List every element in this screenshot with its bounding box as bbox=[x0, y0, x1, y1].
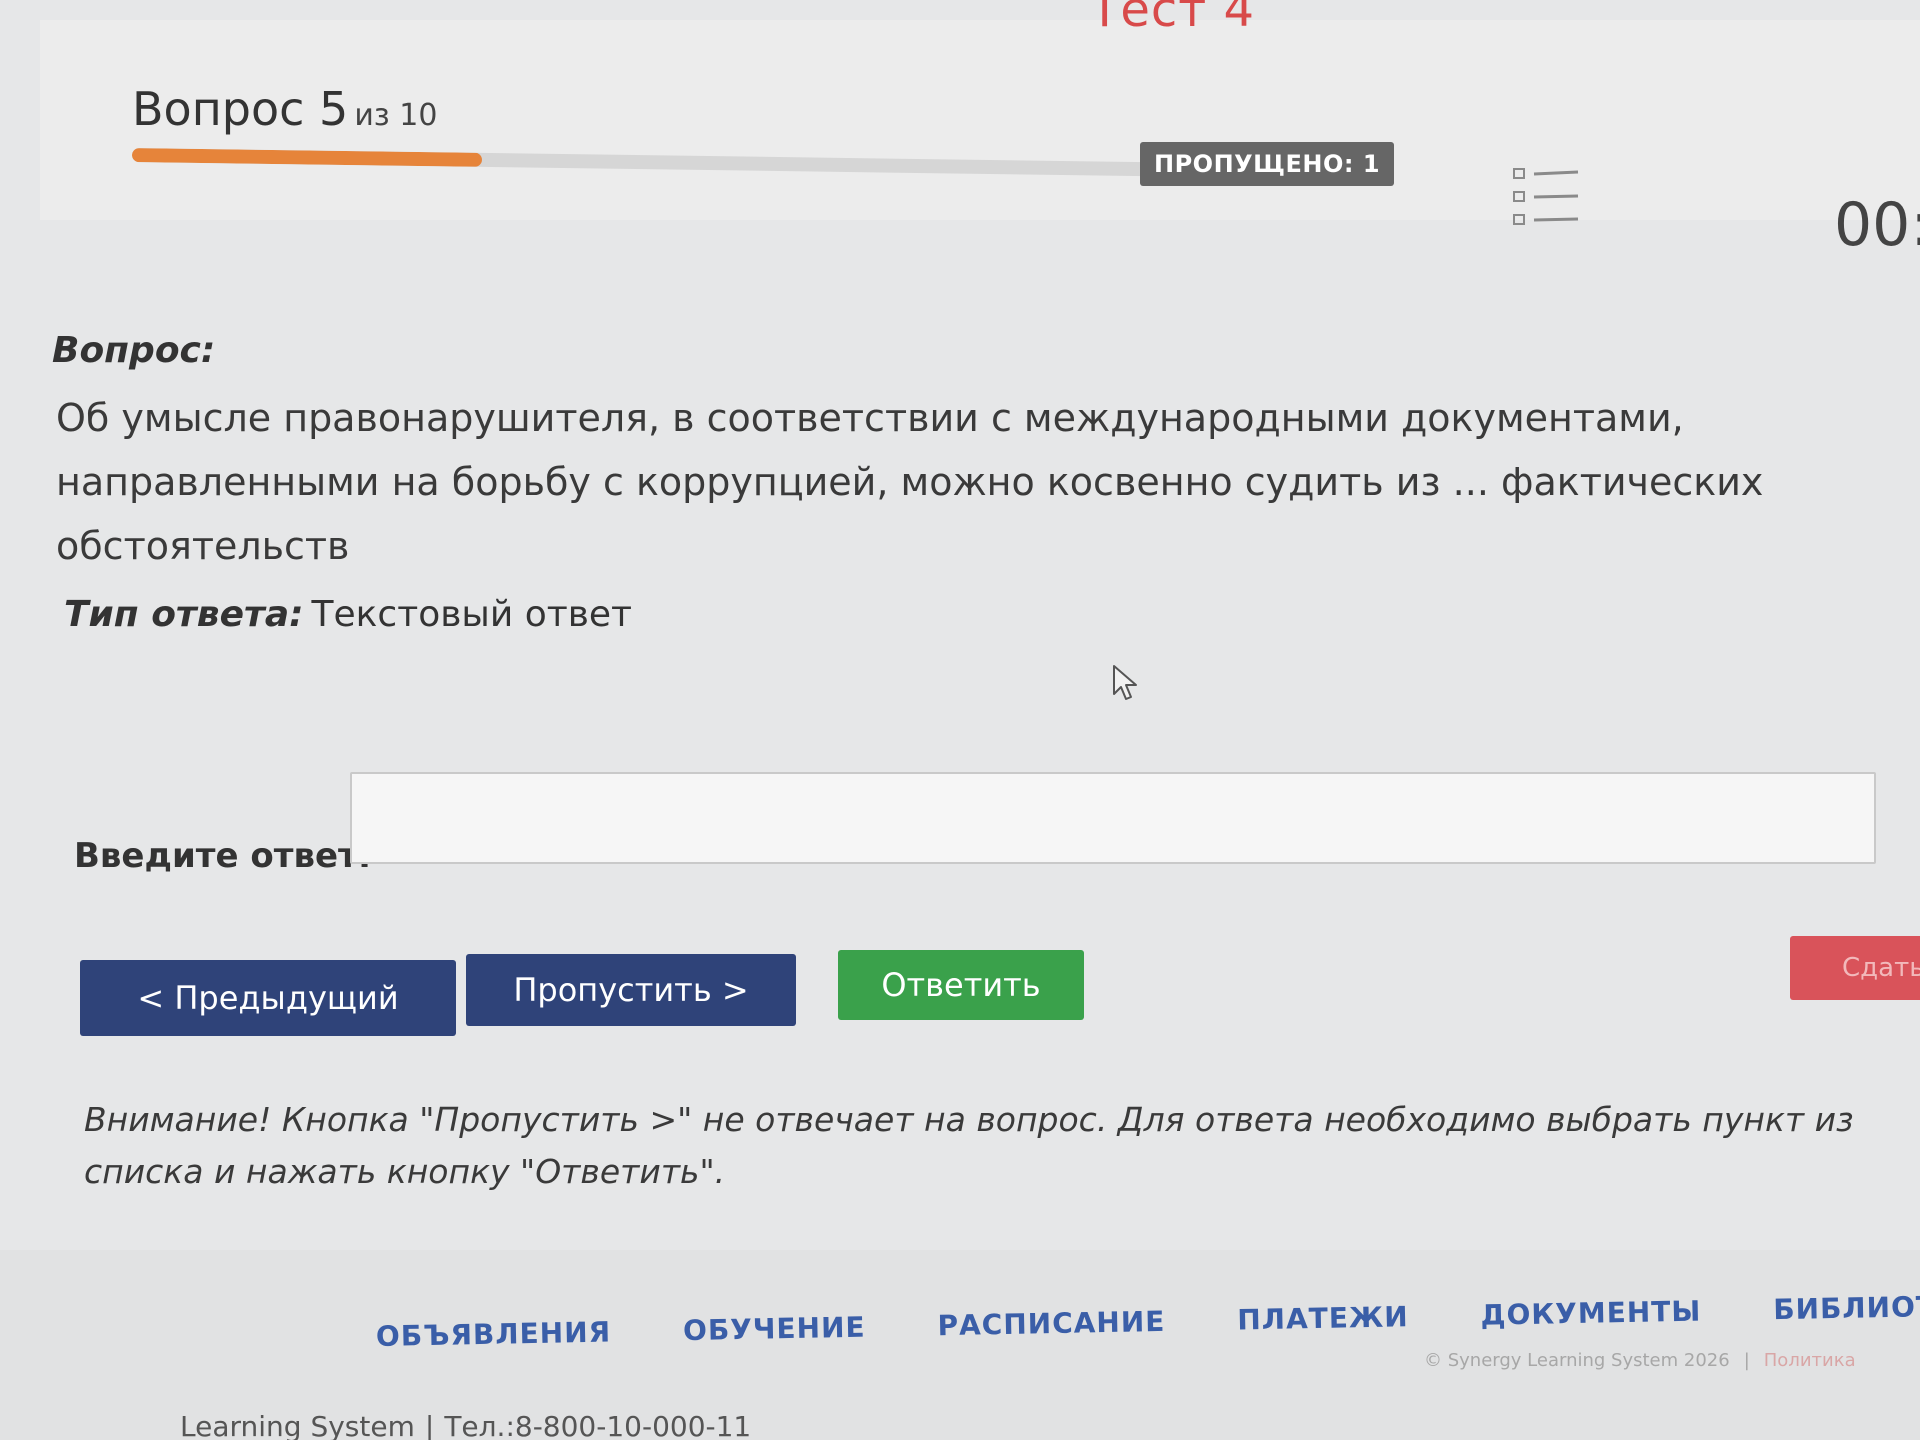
answer-input[interactable] bbox=[350, 772, 1876, 864]
skip-button[interactable]: Пропустить > bbox=[466, 954, 796, 1026]
system-name: Learning System bbox=[180, 1410, 415, 1440]
answer-type-label: Тип ответа: bbox=[64, 594, 304, 635]
question-list-icon[interactable] bbox=[1512, 166, 1580, 230]
previous-button[interactable]: < Предыдущий bbox=[80, 960, 456, 1036]
phone: Тел.:8-800-10-000-11 bbox=[444, 1410, 752, 1440]
test-title: Тест 4 bbox=[1090, 0, 1255, 38]
test-page: Тест 4 Вопрос 5из 10 ПРОПУЩЕНО: 1 00: Во… bbox=[0, 0, 1920, 1440]
nav-announcements[interactable]: ОБЪЯВЛЕНИЯ bbox=[376, 1315, 612, 1353]
warning-text: Внимание! Кнопка "Пропустить >" не отвеч… bbox=[84, 1100, 1854, 1191]
nav-documents[interactable]: ДОКУМЕНТЫ bbox=[1480, 1295, 1701, 1332]
nav-schedule[interactable]: РАСПИСАНИЕ bbox=[937, 1305, 1165, 1342]
divider: | bbox=[424, 1410, 435, 1440]
answer-type: Тип ответа: Текстовый ответ bbox=[64, 594, 632, 635]
timer: 00: bbox=[1834, 190, 1920, 260]
question-label: Вопрос: bbox=[52, 330, 216, 371]
answer-label: Введите ответ: bbox=[74, 836, 372, 876]
answer-type-value: Текстовый ответ bbox=[311, 594, 633, 635]
divider: | bbox=[1743, 1350, 1750, 1371]
nav-library[interactable]: БИБЛИОТЕКА bbox=[1773, 1289, 1920, 1326]
policy-link[interactable]: Политика bbox=[1764, 1350, 1856, 1371]
copyright-text: © Synergy Learning System 2026 bbox=[1424, 1350, 1730, 1371]
copyright: © Synergy Learning System 2026 | Политика bbox=[1424, 1350, 1856, 1371]
question-number: Вопрос 5 bbox=[132, 82, 349, 136]
finish-button[interactable]: Сдать bbox=[1790, 936, 1920, 1000]
mouse-cursor-icon bbox=[1113, 665, 1137, 700]
answer-button[interactable]: Ответить bbox=[838, 950, 1084, 1020]
skipped-badge[interactable]: ПРОПУЩЕНО: 1 bbox=[1140, 142, 1395, 186]
question-counter: Вопрос 5 из 10 bbox=[132, 82, 437, 136]
nav-payments[interactable]: ПЛАТЕЖИ bbox=[1237, 1300, 1409, 1336]
footer-nav: ОБЪЯВЛЕНИЯ ОБУЧЕНИЕ РАСПИСАНИЕ ПЛАТЕЖИ Д… bbox=[376, 1289, 1920, 1353]
nav-learning[interactable]: ОБУЧЕНИЕ bbox=[683, 1311, 866, 1347]
footer: ОБЪЯВЛЕНИЯ ОБУЧЕНИЕ РАСПИСАНИЕ ПЛАТЕЖИ Д… bbox=[0, 1250, 1920, 1440]
question-total: из 10 bbox=[354, 98, 438, 133]
question-text: Об умысле правонарушителя, в соответстви… bbox=[56, 396, 1764, 568]
contact-line: Learning System | Тел.:8-800-10-000-11 bbox=[180, 1410, 751, 1440]
